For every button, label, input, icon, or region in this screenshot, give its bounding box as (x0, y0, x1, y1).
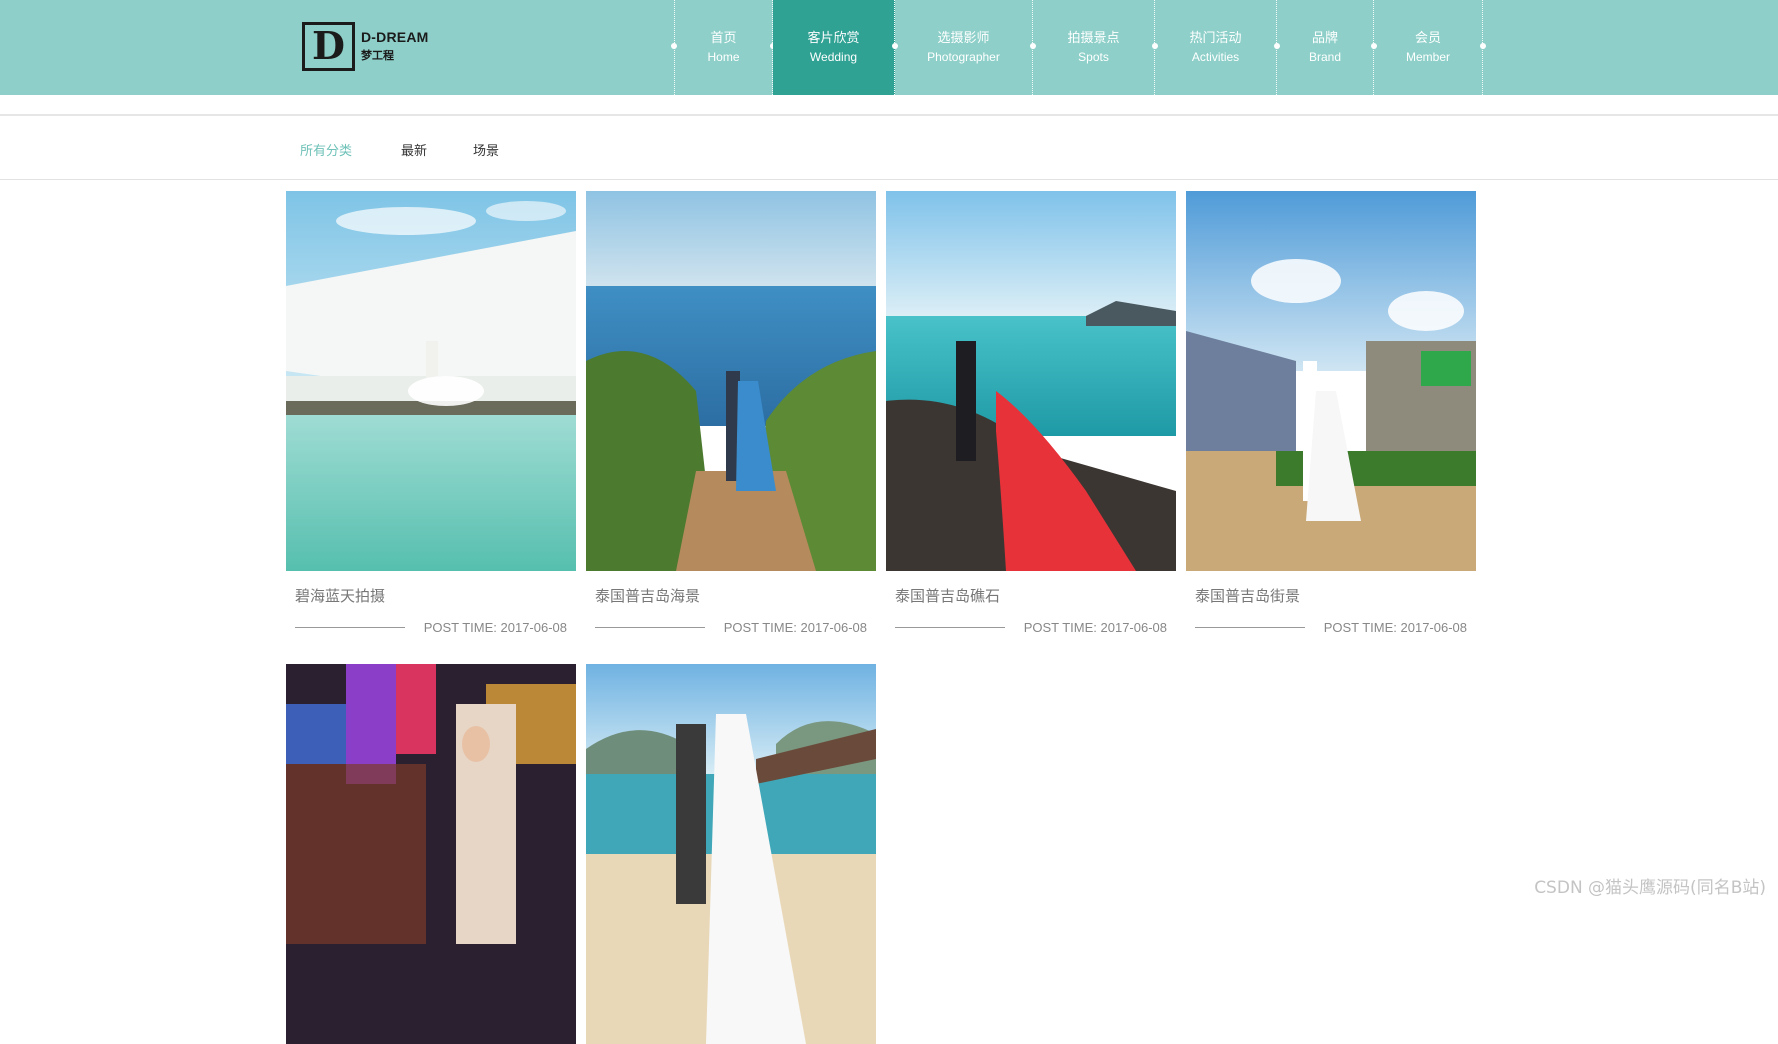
category-all[interactable]: 所有分类 (300, 140, 352, 159)
nav-label-cn: 客片欣赏 (807, 30, 860, 46)
logo-text: D-DREAM 梦工程 (361, 29, 429, 63)
card-title[interactable]: 碧海蓝天拍摄 (295, 585, 385, 606)
meta-divider (895, 626, 1005, 628)
meta-divider (295, 626, 405, 628)
nav-label-cn: 拍摄景点 (1067, 30, 1120, 46)
meta-divider (1195, 626, 1305, 628)
category-scene[interactable]: 场景 (473, 140, 499, 159)
gallery-photo[interactable] (286, 191, 576, 571)
gallery-photo[interactable] (586, 191, 876, 571)
nav-label-cn: 首页 (710, 30, 737, 46)
nav-label-cn: 选摄影师 (937, 30, 990, 46)
post-time: POST TIME: 2017-06-08 (1323, 619, 1467, 635)
main-nav: 首页 Home 客片欣赏 Wedding 选摄影师 Photographer 拍… (671, 0, 1486, 95)
logo-mark: D (302, 21, 355, 71)
nav-item-activities[interactable]: 热门活动 Activities (1155, 0, 1280, 95)
nav-separator-dot (671, 43, 677, 49)
post-time: POST TIME: 2017-06-08 (1023, 619, 1167, 635)
gallery-photo[interactable] (286, 664, 576, 1044)
nav-label-cn: 热门活动 (1189, 30, 1242, 46)
nav-separator-dot (1480, 43, 1486, 49)
category-filter-bar: 所有分类 最新 场景 (0, 114, 1778, 180)
card-meta: POST TIME: 2017-06-08 (595, 619, 867, 635)
nav-label-en: Brand (1308, 49, 1342, 64)
nav-label-en: Photographer (927, 49, 1000, 64)
brand-name-en: D-DREAM (361, 29, 429, 45)
brand-logo[interactable]: D D-DREAM 梦工程 (302, 18, 429, 74)
card-meta: POST TIME: 2017-06-08 (1195, 619, 1467, 635)
nav-item-photographer[interactable]: 选摄影师 Photographer (895, 0, 1036, 95)
nav-item-home[interactable]: 首页 Home (671, 0, 776, 95)
meta-divider (595, 626, 705, 628)
site-header: D D-DREAM 梦工程 首页 Home 客片欣赏 Wedding 选摄影师 … (0, 0, 1778, 95)
category-latest[interactable]: 最新 (401, 140, 427, 159)
watermark: CSDN @猫头鹰源码(同名B站) (1534, 878, 1766, 898)
card-title[interactable]: 泰国普吉岛海景 (595, 585, 700, 606)
card-title[interactable]: 泰国普吉岛礁石 (895, 585, 1000, 606)
nav-item-brand[interactable]: 品牌 Brand (1277, 0, 1377, 95)
post-time: POST TIME: 2017-06-08 (723, 619, 867, 635)
post-time: POST TIME: 2017-06-08 (423, 619, 567, 635)
gallery-photo[interactable] (586, 664, 876, 1044)
nav-item-member[interactable]: 会员 Member (1374, 0, 1486, 95)
card-title[interactable]: 泰国普吉岛街景 (1195, 585, 1300, 606)
nav-label-en: Spots (1078, 49, 1109, 64)
nav-item-wedding[interactable]: 客片欣赏 Wedding (773, 0, 898, 95)
nav-label-en: Member (1405, 49, 1450, 64)
nav-label-cn: 会员 (1414, 30, 1441, 46)
nav-label-en: Wedding (809, 49, 858, 64)
nav-label-cn: 品牌 (1311, 30, 1338, 46)
brand-name-cn: 梦工程 (361, 49, 394, 62)
nav-label-en: Activities (1191, 49, 1240, 64)
nav-item-spots[interactable]: 拍摄景点 Spots (1033, 0, 1158, 95)
gallery-photo[interactable] (1186, 191, 1476, 571)
card-meta: POST TIME: 2017-06-08 (295, 619, 567, 635)
gallery-photo[interactable] (886, 191, 1176, 571)
nav-label-en: Home (707, 49, 740, 64)
card-meta: POST TIME: 2017-06-08 (895, 619, 1167, 635)
